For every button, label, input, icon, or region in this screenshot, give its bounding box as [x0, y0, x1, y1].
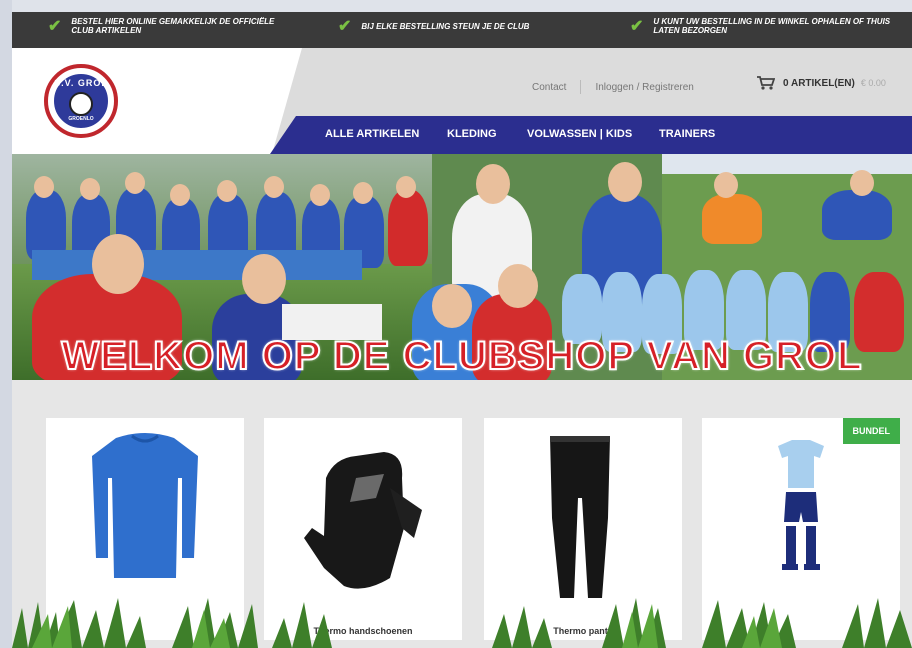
product-image-tights	[550, 436, 610, 598]
login-register-link[interactable]: Inloggen / Registreren	[595, 82, 693, 93]
usp-item-support-club: ✔ Bij elke bestelling steun je de club	[338, 18, 568, 35]
nav-item-alle-artikelen[interactable]: ALLE ARTIKELEN	[325, 128, 419, 140]
header-links: Contact Inloggen / Registreren	[532, 80, 694, 94]
usp-item-online-order: ✔ Bestel hier online gemakkelijk de offi…	[48, 17, 298, 35]
hero-banner[interactable]: WELKOM OP DE CLUBSHOP VAN GROL	[12, 154, 912, 380]
logo-crest: S.V. GROL GROENLO	[52, 72, 110, 130]
decorative-grass	[12, 598, 912, 648]
window-top-edge	[0, 0, 912, 12]
nav-item-trainers[interactable]: TRAINERS	[659, 128, 715, 140]
contact-link[interactable]: Contact	[532, 82, 566, 93]
nav-item-volwassen-kids[interactable]: VOLWASSEN | KIDS	[527, 128, 632, 140]
webshop-page: ✔ Bestel hier online gemakkelijk de offi…	[12, 12, 912, 648]
cart-summary[interactable]: 0 ARTIKEL(EN) € 0.00	[757, 76, 886, 90]
usp-item-pickup-delivery: ✔ U kunt uw bestelling in de winkel opha…	[630, 17, 900, 35]
banner-title: WELKOM OP DE CLUBSHOP VAN GROL	[60, 333, 863, 379]
product-image-long-sleeve-shirt	[92, 433, 198, 578]
product-image-gloves	[304, 452, 422, 589]
cart-count: 0 ARTIKEL(EN)	[783, 77, 855, 89]
window-left-edge	[0, 0, 12, 648]
cart-icon	[757, 76, 775, 90]
usp-bar: ✔ Bestel hier online gemakkelijk de offi…	[12, 12, 912, 48]
usp-text: U kunt uw bestelling in de winkel ophale…	[653, 17, 891, 35]
club-logo[interactable]: S.V. GROL GROENLO	[44, 64, 118, 138]
cart-total: € 0.00	[860, 78, 886, 88]
football-icon	[69, 92, 93, 116]
usp-text: Bestel hier online gemakkelijk de offici…	[71, 17, 275, 35]
site-header: S.V. GROL GROENLO Contact Inloggen / Reg…	[12, 48, 912, 154]
bundle-badge: BUNDEL	[842, 418, 900, 444]
check-icon: ✔	[630, 17, 644, 35]
logo-top-text: S.V. GROL	[54, 78, 108, 88]
check-icon: ✔	[338, 18, 352, 35]
logo-sub-text: GROENLO	[68, 116, 94, 122]
usp-text: Bij elke bestelling steun je de club	[361, 22, 530, 31]
main-nav: ALLE ARTIKELEN KLEDING VOLWASSEN | KIDS …	[270, 116, 912, 154]
nav-item-kleding[interactable]: KLEDING	[447, 128, 497, 140]
link-divider	[580, 80, 582, 94]
check-icon: ✔	[48, 17, 62, 35]
product-image-kit-bundle	[778, 440, 824, 570]
